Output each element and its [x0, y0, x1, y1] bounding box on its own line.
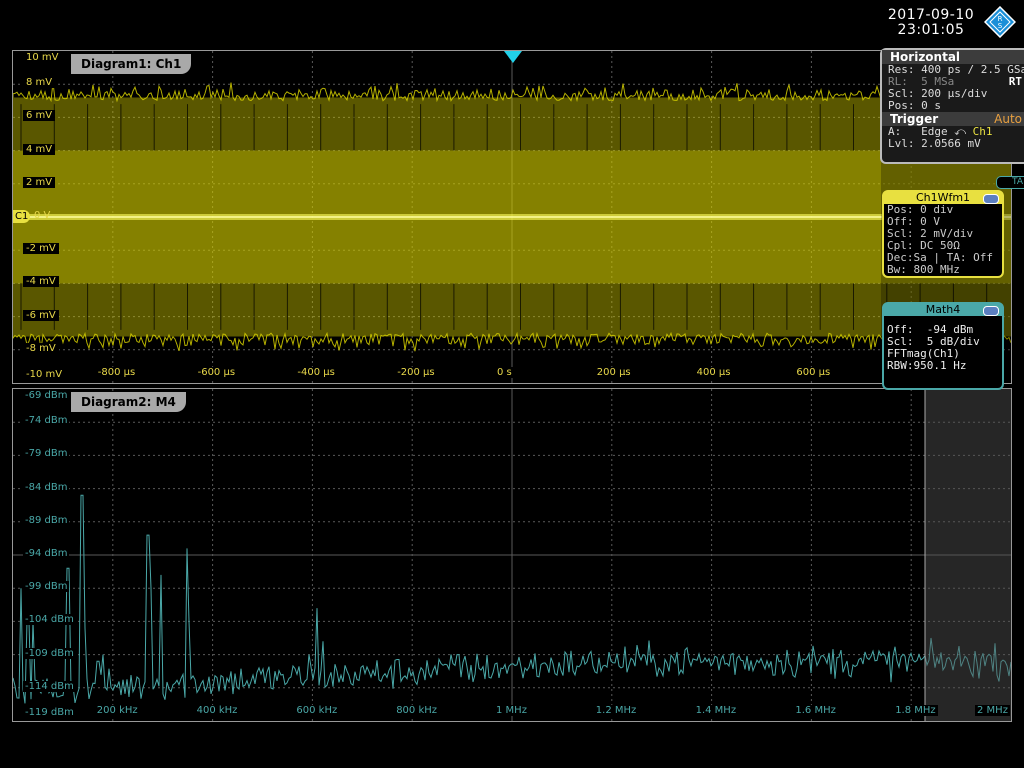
horizontal-pos: Pos: 0 s [888, 99, 941, 112]
trigger-heading-row: Trigger Auto [882, 112, 1024, 126]
diagram2-y-tick-label: -79 dBm [23, 448, 70, 460]
math4-title: Math4 [925, 303, 961, 316]
diagram2-y-tick-label: -69 dBm [23, 390, 70, 401]
diagram2-y-tick-label: -114 dBm [23, 680, 76, 692]
diagram1-x-tick-label: 600 µs [794, 367, 833, 378]
diagram2-panel[interactable]: Diagram2: M4 -69 dBm -74 dBm -79 dBm -84 dB… [12, 388, 1012, 722]
fft-out-of-range-shade [925, 389, 1011, 721]
diagram1-plot [13, 51, 1011, 383]
diagram2-x-tick-label: 2 MHz [975, 705, 1010, 716]
diagram2-x-tick-label: 600 kHz [294, 705, 340, 716]
minimize-icon[interactable] [983, 306, 999, 316]
horizontal-rt: RT [1008, 75, 1022, 88]
diagram2-plot [13, 389, 1011, 721]
ch1wfm-title: Ch1Wfm1 [915, 191, 971, 204]
diagram2-x-tick-label: 1.2 MHz [593, 705, 639, 716]
diagram1-y-tick-label: -2 mV [23, 243, 59, 255]
diagram2-x-tick-label: 1 MHz [494, 705, 529, 716]
diagram1-y-tick-label: 10 mV [23, 52, 62, 63]
diagram2-x-tick-label: 200 kHz [94, 705, 140, 716]
diagram1-x-tick-label: 400 µs [694, 367, 733, 378]
diagram2-y-tick-label: -94 dBm [23, 548, 70, 559]
rohde-schwarz-logo: R S [984, 6, 1016, 38]
ta-tab[interactable]: TA [996, 176, 1024, 189]
diagram1-y-tick-label: 2 mV [23, 176, 56, 188]
time: 23:01:05 [897, 22, 965, 38]
channel-1-marker[interactable]: C1 [13, 210, 31, 223]
trigger-lvl: Lvl: 2.0566 mV [888, 137, 981, 150]
diagram2-x-tick-label: 800 kHz [394, 705, 440, 716]
diagram1-y-tick-label: -4 mV [23, 276, 59, 288]
horizontal-heading: Horizontal [882, 50, 1024, 64]
diagram2-y-tick-label: -89 dBm [23, 514, 70, 526]
trigger-mode: Auto [994, 112, 1022, 126]
horizontal-trigger-box[interactable]: Horizontal Res: 400 ps / 2.5 GSa/s RL: 5… [880, 48, 1024, 164]
diagram2-x-tick-label: 1.8 MHz [893, 705, 938, 716]
diagram2-y-tick-label: -119 dBm [23, 707, 76, 718]
diagram1-y-tick-label: -6 mV [23, 309, 59, 321]
diagram1-x-tick-label: 200 µs [594, 367, 633, 378]
diagram2-y-tick-label: -84 dBm [23, 481, 70, 493]
diagram2-y-tick-label: -99 dBm [23, 581, 70, 593]
diagram2-title: Diagram2: M4 [71, 392, 186, 412]
diagram2-y-tick-label: -74 dBm [23, 415, 70, 427]
diagram1-x-tick-label: -200 µs [395, 367, 437, 378]
diagram1-y-tick-label: 0 V [34, 210, 51, 221]
diagram2-x-tick-label: 1.6 MHz [793, 705, 838, 716]
diagram1-x-tick-label: 0 s [495, 367, 514, 378]
datetime: 2017-09-10 23:01:05 [880, 8, 982, 38]
diagram2-x-tick-label: 400 kHz [194, 705, 240, 716]
horizontal-rl: RL: 5 MSa [888, 75, 955, 88]
trigger-position-marker[interactable] [503, 51, 523, 65]
diagram2-y-tick-label: -109 dBm [23, 647, 76, 659]
diagram1-title: Diagram1: Ch1 [71, 54, 192, 74]
diagram1-x-tick-label: -800 µs [95, 367, 138, 378]
diagram1-x-tick-label: -600 µs [195, 367, 238, 378]
diagram1-panel[interactable]: Diagram1: Ch1 10 mV 8 mV 6 mV 4 mV 2 mV -2 mV… [12, 50, 1012, 384]
svg-text:S: S [998, 22, 1003, 30]
diagram1-y-tick-label: -8 mV [23, 342, 59, 354]
diagram1-y-tick-label: -10 mV [23, 369, 66, 380]
diagram1-x-tick-label: -400 µs [295, 367, 337, 378]
math4-row: RBW:950.1 Hz [887, 359, 967, 372]
diagram2-y-tick-label: -104 dBm [23, 614, 76, 626]
minimize-icon[interactable] [983, 194, 999, 204]
diagram2-x-tick-label: 1.4 MHz [693, 705, 739, 716]
date: 2017-09-10 [887, 7, 975, 23]
math4-box[interactable]: Math4 Off: -94 dBm Scl: 5 dB/div FFTmag(… [882, 302, 1004, 390]
diagram1-y-tick-label: 6 mV [23, 110, 56, 122]
horizontal-rl-row: RL: 5 MSa RT [882, 76, 1024, 88]
ch1wfm-box[interactable]: Ch1Wfm1 Pos: 0 div Off: 0 V Scl: 2 mV/di… [882, 190, 1004, 278]
diagram1-y-tick-label: 4 mV [23, 143, 56, 155]
ch1wfm-row: Bw: 800 MHz [887, 263, 960, 276]
diagram1-y-tick-label: 8 mV [23, 77, 56, 89]
trigger-heading: Trigger [890, 112, 939, 126]
